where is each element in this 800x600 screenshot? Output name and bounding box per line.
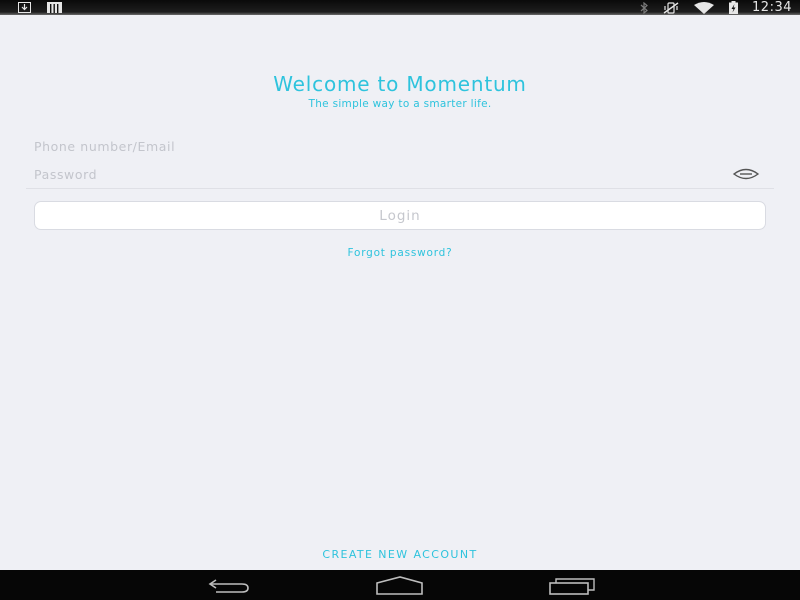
phone-email-input[interactable] [34,132,714,160]
sd-card-icon [47,2,62,13]
vibrate-icon [663,1,679,14]
battery-charging-icon [729,1,739,14]
login-button[interactable]: Login [34,201,766,230]
recents-icon[interactable] [546,575,596,595]
forgot-password-link[interactable]: Forgot password? [0,247,800,259]
bluetooth-icon [639,1,649,14]
back-icon[interactable] [204,575,254,595]
notification-icons [18,2,62,13]
status-clock: 12:34 [752,0,792,15]
password-field [26,160,774,189]
show-password-eye-icon[interactable] [732,166,760,182]
welcome-title: Welcome to Momentum [273,72,527,96]
home-icon[interactable] [374,575,424,595]
password-input[interactable] [34,160,714,188]
wifi-icon [693,1,715,14]
phone-email-field [26,132,774,160]
welcome-subtitle: The simple way to a smarter life. [308,98,492,110]
navigation-bar [0,570,800,600]
create-new-account-link[interactable]: CREATE NEW ACCOUNT [0,548,800,561]
download-icon [18,2,31,13]
status-bar: 12:34 [0,0,800,15]
system-icons: 12:34 [639,0,792,15]
